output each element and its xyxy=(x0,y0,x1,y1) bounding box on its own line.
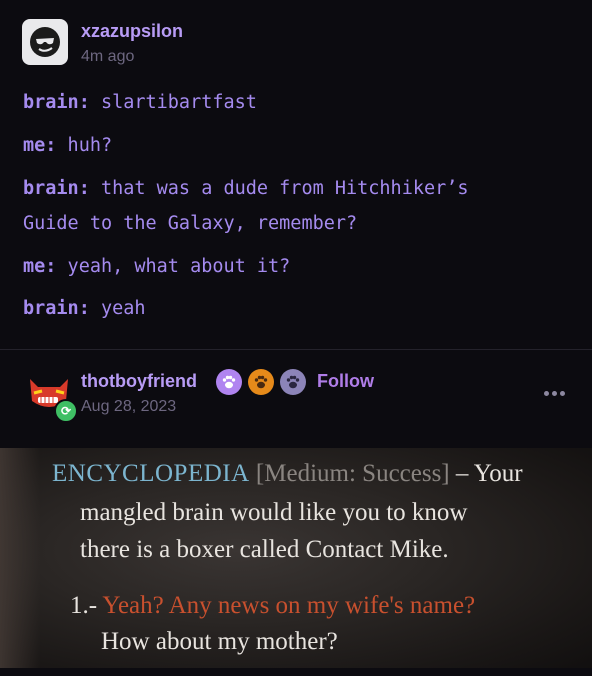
option-number: 1.- xyxy=(70,592,98,619)
option-text: Yeah? Any news on my wife's name? xyxy=(102,592,476,619)
encyclopedia-line: ENCYCLOPEDIA [Medium: Success] – Your xyxy=(52,460,523,488)
sunglasses-face-icon xyxy=(30,27,60,57)
post-timestamp[interactable]: 4m ago xyxy=(81,48,134,66)
game-screenshot: ENCYCLOPEDIA [Medium: Success] – Your ma… xyxy=(0,448,592,676)
chat-line: brain: yeah xyxy=(23,298,146,319)
paw-badge-icon[interactable] xyxy=(216,369,242,395)
encyclopedia-label: ENCYCLOPEDIA xyxy=(52,460,250,487)
more-options-icon[interactable] xyxy=(544,385,570,401)
dialogue-line: mangled brain would like you to know xyxy=(80,499,468,526)
chat-line: brain: that was a dude from Hitchhiker’s xyxy=(23,178,469,199)
paw-badge-icon[interactable] xyxy=(248,369,274,395)
reblogger-name[interactable]: thotboyfriend xyxy=(81,371,197,392)
chat-text: yeah xyxy=(89,298,146,319)
speaker-label: brain: xyxy=(23,178,90,199)
reblog-timestamp[interactable]: Aug 28, 2023 xyxy=(81,398,176,416)
paw-icon xyxy=(254,375,268,389)
chat-text: slartibartfast xyxy=(89,92,257,113)
chat-text: huh? xyxy=(56,135,113,156)
dialogue-option[interactable]: 1.- Yeah? Any news on my wife's name? xyxy=(70,592,475,620)
option-text[interactable]: How about my mother? xyxy=(101,628,338,656)
chat-line: me: yeah, what about it? xyxy=(23,256,290,277)
dialogue-line: there is a boxer called Contact Mike. xyxy=(80,536,449,563)
bottom-edge xyxy=(0,668,592,676)
user-avatar[interactable] xyxy=(22,19,68,65)
follow-button[interactable]: Follow xyxy=(317,371,374,392)
chat-text: that was a dude from Hitchhiker’s xyxy=(89,178,469,199)
speaker-label: brain: xyxy=(23,92,90,113)
reblog-icon: ⟳ xyxy=(54,399,78,423)
chat-text: yeah, what about it? xyxy=(56,256,291,277)
chat-text: Guide to the Galaxy, remember? xyxy=(23,213,358,234)
check-result: [Medium: Success] xyxy=(255,460,450,487)
paw-icon xyxy=(286,375,300,389)
speaker-label: me: xyxy=(23,256,57,277)
paw-icon xyxy=(222,375,236,389)
post-author-name[interactable]: xzazupsilon xyxy=(81,21,183,42)
dialogue-text: – Your xyxy=(449,460,523,487)
paw-badge-icon[interactable] xyxy=(280,369,306,395)
speaker-label: brain: xyxy=(23,298,90,319)
chat-line: brain: slartibartfast xyxy=(23,92,257,113)
chat-line: Guide to the Galaxy, remember? xyxy=(23,213,357,234)
chat-line: me: huh? xyxy=(23,135,112,156)
speaker-label: me: xyxy=(23,135,57,156)
decorative-sparks xyxy=(0,448,40,676)
